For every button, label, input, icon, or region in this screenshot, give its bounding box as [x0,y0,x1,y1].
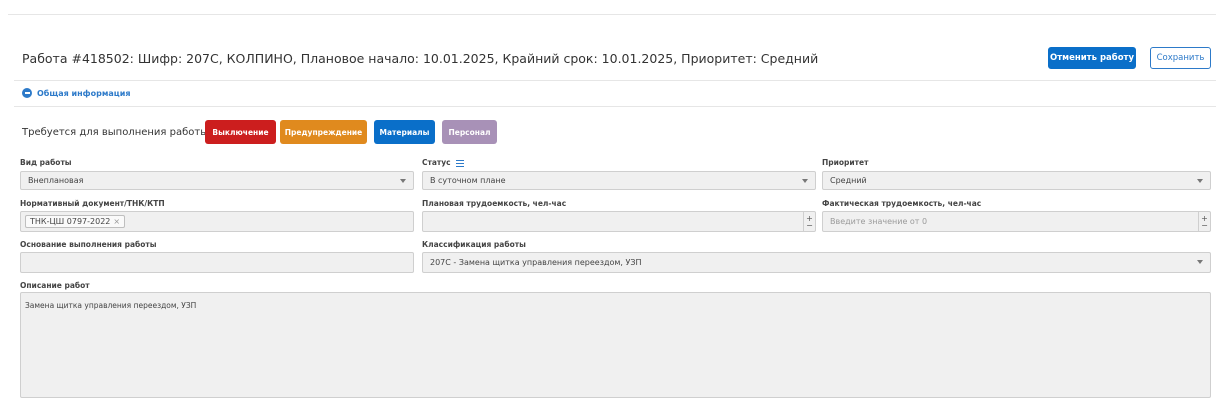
remove-chip-icon[interactable]: × [113,217,120,226]
norm-doc-multiselect[interactable]: ТНК-ЦШ 0797-2022 × [20,211,414,232]
tag-materials[interactable]: Материалы [374,120,435,144]
tag-shutdown[interactable]: Выключение [205,120,276,144]
cancel-work-button[interactable]: Отменить работу [1048,47,1136,69]
chevron-down-icon [400,179,406,183]
chevron-down-icon [1197,179,1203,183]
actual-effort-input[interactable]: Введите значение от 0 + − [822,211,1211,232]
actual-effort-label: Фактическая трудоемкость, чел-час [822,199,982,208]
norm-doc-chip: ТНК-ЦШ 0797-2022 × [25,215,126,228]
list-icon[interactable] [456,159,465,167]
priority-value: Средний [830,176,867,185]
section-title: Общая информация [37,88,131,98]
requirements-label: Требуется для выполнения работы: [22,127,212,138]
status-label: Статус [422,158,451,167]
save-button[interactable]: Сохранить [1150,47,1211,69]
section-divider [14,106,1216,107]
classification-select[interactable]: 207С - Замена щитка управления переездом… [422,252,1211,273]
planned-effort-stepper[interactable]: + − [803,212,815,231]
work-type-label: Вид работы [20,158,72,167]
priority-select[interactable]: Средний [822,171,1211,190]
status-value: В суточном плане [430,176,506,185]
tag-warning[interactable]: Предупреждение [280,120,367,144]
tag-personnel[interactable]: Персонал [442,120,497,144]
status-select[interactable]: В суточном плане [422,171,816,190]
status-label-wrap: Статус [422,158,465,167]
page-title: Работа #418502: Шифр: 207С, КОЛПИНО, Пла… [22,51,819,66]
general-info-toggle[interactable]: Общая информация [22,88,130,98]
basis-input[interactable] [20,252,414,273]
header-divider [14,80,1216,81]
work-type-select[interactable]: Внеплановая [20,171,414,190]
work-type-value: Внеплановая [28,176,84,185]
basis-label: Основание выполнения работы [20,240,157,249]
collapse-icon [22,88,32,98]
chevron-down-icon [1197,260,1203,264]
planned-effort-input[interactable]: + − [422,211,816,232]
classification-value: 207С - Замена щитка управления переездом… [430,258,642,267]
description-label: Описание работ [20,281,90,290]
actual-effort-placeholder: Введите значение от 0 [830,217,928,226]
norm-doc-chip-label: ТНК-ЦШ 0797-2022 [30,217,111,226]
priority-label: Приоритет [822,158,869,167]
actual-effort-stepper[interactable]: + − [1198,212,1210,231]
planned-effort-label: Плановая трудоемкость, чел-час [422,199,567,208]
description-value: Замена щитка управления переездом, УЗП [25,301,197,310]
chevron-down-icon [802,179,808,183]
classification-label: Классификация работы [422,240,526,249]
description-textarea[interactable]: Замена щитка управления переездом, УЗП [20,292,1211,398]
norm-doc-label: Нормативный документ/ТНК/КТП [20,199,165,208]
